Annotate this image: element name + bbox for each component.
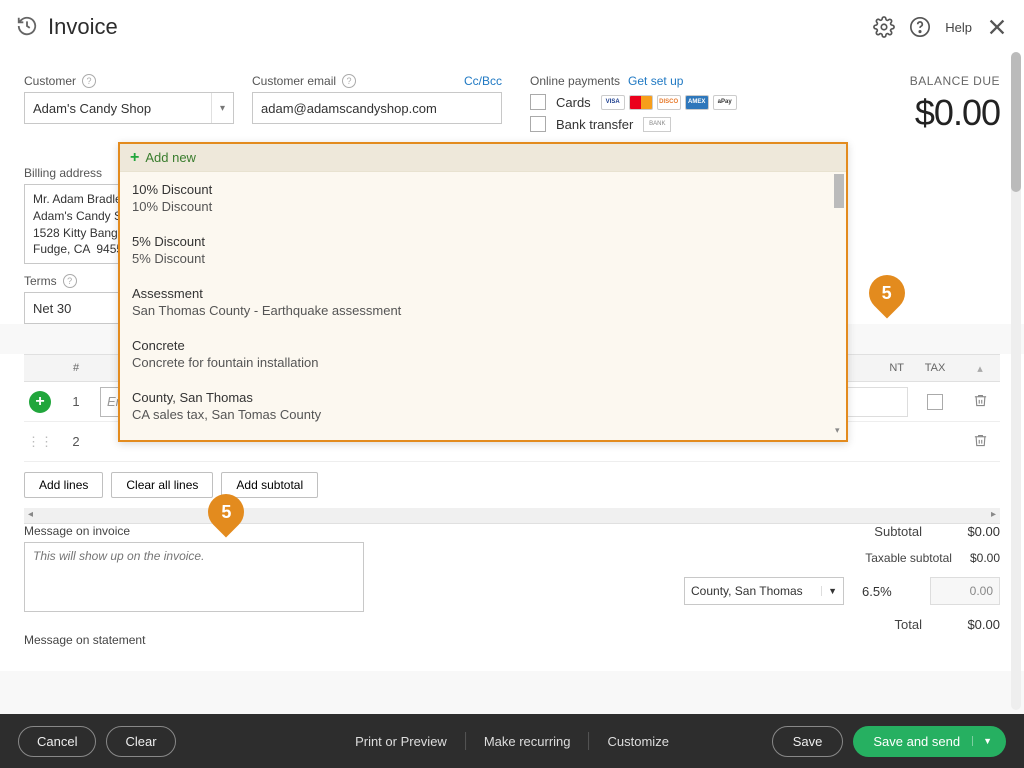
bank-label: Bank transfer (556, 117, 633, 132)
trash-icon[interactable] (973, 436, 988, 451)
info-icon[interactable]: ? (63, 274, 77, 288)
taxable-subtotal-label: Taxable subtotal (865, 551, 952, 565)
tax-amount-input[interactable]: 0.00 (930, 577, 1000, 605)
taxable-subtotal-value: $0.00 (970, 551, 1000, 565)
add-new-option[interactable]: + Add new (120, 144, 846, 172)
close-icon[interactable] (986, 16, 1008, 38)
gear-icon[interactable] (873, 16, 895, 38)
cards-label: Cards (556, 95, 591, 110)
bank-checkbox[interactable] (530, 116, 546, 132)
dropdown-item[interactable]: County, San ThomasCA sales tax, San Toma… (120, 380, 846, 432)
plus-icon: + (130, 149, 139, 167)
message-invoice-label: Message on invoice (24, 524, 364, 538)
mastercard-icon (629, 95, 653, 110)
cards-checkbox[interactable] (530, 94, 546, 110)
save-button[interactable]: Save (772, 726, 844, 757)
email-label: Customer email (252, 74, 336, 88)
terms-label: Terms (24, 274, 57, 288)
dropdown-item[interactable]: 10% Discount10% Discount (120, 172, 846, 224)
tax-checkbox[interactable] (927, 394, 943, 410)
help-label[interactable]: Help (945, 20, 972, 35)
visa-icon: VISA (601, 95, 625, 110)
total-value: $0.00 (940, 617, 1000, 632)
cancel-button[interactable]: Cancel (18, 726, 96, 757)
billing-label: Billing address (24, 166, 102, 180)
dropdown-item[interactable]: 5% Discount5% Discount (120, 224, 846, 276)
amex-icon: AMEX (685, 95, 709, 110)
chevron-down-icon: ▼ (821, 586, 837, 596)
chevron-down-icon: ▼ (972, 736, 992, 746)
product-dropdown: + Add new 10% Discount10% Discount 5% Di… (118, 142, 848, 442)
card-badges: VISA DISCO AMEX aPay (601, 95, 737, 110)
tax-percent: 6.5% (862, 584, 912, 599)
clear-lines-button[interactable]: Clear all lines (111, 472, 213, 498)
horizontal-scrollbar[interactable]: ◂▸ (24, 508, 1000, 524)
subtotal-label: Subtotal (874, 524, 922, 539)
drag-handle-icon[interactable]: ⋮⋮ (24, 434, 56, 450)
get-setup-link[interactable]: Get set up (628, 74, 683, 88)
print-preview-button[interactable]: Print or Preview (337, 734, 465, 749)
info-icon[interactable]: ? (82, 74, 96, 88)
message-statement-label: Message on statement (24, 633, 364, 647)
page-title: Invoice (48, 14, 118, 40)
help-icon[interactable] (909, 16, 931, 38)
subtotal-value: $0.00 (940, 524, 1000, 539)
total-label: Total (895, 617, 922, 632)
save-and-send-button[interactable]: Save and send ▼ (853, 726, 1006, 757)
footer-bar: Cancel Clear Print or Preview Make recur… (0, 714, 1024, 768)
clear-button[interactable]: Clear (106, 726, 175, 757)
info-icon[interactable]: ? (342, 74, 356, 88)
bank-icon: BANK (643, 117, 671, 132)
customer-label: Customer (24, 74, 76, 88)
ccbcc-link[interactable]: Cc/Bcc (464, 74, 502, 88)
scrollbar-thumb[interactable] (1011, 52, 1021, 192)
chevron-down-icon: ▾ (211, 93, 225, 123)
discover-icon: DISCO (657, 95, 681, 110)
make-recurring-button[interactable]: Make recurring (466, 734, 589, 749)
email-input[interactable] (252, 92, 502, 124)
balance-amount: $0.00 (910, 92, 1000, 134)
applepay-icon: aPay (713, 95, 737, 110)
message-invoice-input[interactable] (24, 542, 364, 612)
customize-button[interactable]: Customize (590, 734, 687, 749)
tax-region-select[interactable]: County, San Thomas ▼ (684, 577, 844, 605)
dropdown-item[interactable]: AssessmentSan Thomas County - Earthquake… (120, 276, 846, 328)
customer-select[interactable]: Adam's Candy Shop ▾ (24, 92, 234, 124)
dropdown-item[interactable]: ConcreteConcrete for fountain installati… (120, 328, 846, 380)
add-lines-button[interactable]: Add lines (24, 472, 103, 498)
add-subtotal-button[interactable]: Add subtotal (221, 472, 318, 498)
history-icon[interactable] (16, 15, 38, 40)
trash-icon[interactable] (973, 396, 988, 411)
online-payments-label: Online payments (530, 74, 620, 88)
add-line-icon[interactable]: + (29, 391, 51, 413)
balance-label: BALANCE DUE (910, 74, 1000, 88)
dropdown-scrollbar[interactable]: ▾ (834, 174, 844, 434)
